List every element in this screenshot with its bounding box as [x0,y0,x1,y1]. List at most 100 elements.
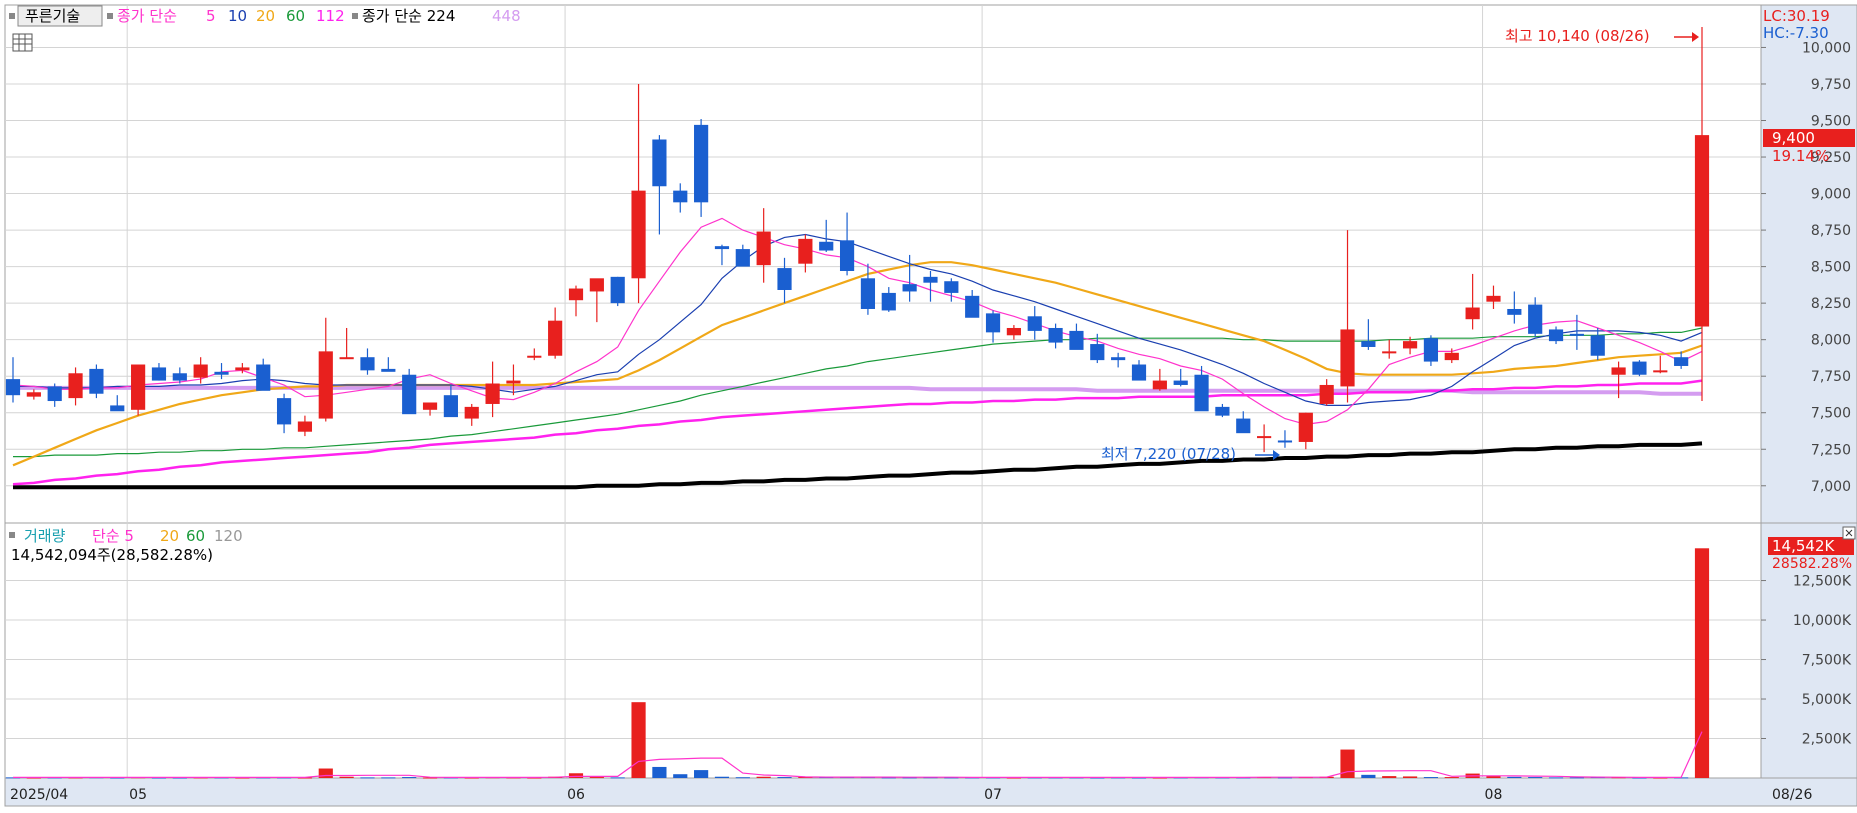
candle-body [402,374,417,415]
candle [694,119,709,217]
volume-bar [318,768,333,778]
volume-bar [631,702,646,778]
volume-bar [756,776,771,778]
candle-body [777,268,792,290]
volume-ma-label: 단순 5 [92,527,134,545]
volume-tick-label: 2,500K [1802,732,1852,748]
volume-tick-label: 10,000K [1793,613,1852,629]
candle-body [235,367,250,371]
candle-body [297,421,313,432]
legend-square-icon [9,532,15,538]
volume-bar [1361,774,1376,778]
volume-bar [1402,776,1418,778]
price-panel [4,4,1762,524]
candle-body [276,398,292,425]
candle-body [5,379,21,396]
candle [1423,335,1439,366]
candle-body [47,386,62,402]
candle-body [1507,308,1522,315]
price-tick-label: 8,500 [1811,260,1851,276]
price-tick-label: 8,750 [1811,223,1851,239]
date-axis-area [4,777,1857,807]
candle-body [839,240,855,271]
candle-body [1423,338,1439,362]
volume-bar [652,766,667,778]
candle-body [548,320,563,356]
price-ma-60: 60 [286,7,305,25]
volume-bar [360,777,375,779]
volume-bar [1423,777,1439,779]
volume-bar [694,770,709,778]
price-ma-20: 20 [256,7,275,25]
volume-bar [1507,776,1522,778]
candle-body [673,190,688,203]
candle-body [110,405,125,412]
volume-bar [1340,749,1355,778]
candle-body [172,373,187,381]
volume-ma-120: 120 [214,527,243,545]
candle [402,368,417,415]
candle-body [568,288,584,301]
candle-body [860,278,876,309]
volume-bar [673,774,688,778]
candle-body [923,276,938,283]
candle-body [339,357,354,360]
date-tick-label: 2025/04 [10,787,68,803]
volume-bar [1548,777,1564,779]
candle [89,364,104,399]
candle-body [256,364,271,391]
price-tick-label: 7,500 [1811,406,1851,422]
volume-bar [610,777,625,779]
volume-bar [1528,777,1543,779]
volume-bar [339,776,354,778]
volume-info: 14,542,094주(28,582.28%) [11,546,213,564]
candle-body [1694,135,1710,327]
price-tick-label: 7,750 [1811,369,1851,385]
price-ma-long-label: 종가 단순 224 [362,7,455,25]
candle-body [318,351,333,419]
price-ma-448: 448 [492,7,521,25]
volume-tick-label: 7,500K [1802,653,1852,669]
candle-body [527,355,542,358]
volume-bar [1382,776,1397,778]
close-icon[interactable] [1842,526,1856,540]
stock-chart: 7,000 7,250 7,500 7,750 8,000 8,250 8,500 8,750… [0,0,1857,809]
candle-body [1006,327,1021,336]
date-tick-label: 06 [567,787,585,803]
lc-readout: LC:30.19 [1763,7,1830,25]
candle-body [694,124,709,203]
candle-body [1674,357,1689,366]
volume-bar [714,776,730,778]
candle-body [944,281,959,293]
volume-tick-label: 5,000K [1802,692,1852,708]
price-tick-label: 9,000 [1811,187,1851,203]
candle-body [1152,380,1167,390]
candle-body [1215,406,1230,416]
candle-body [68,373,83,399]
legend-square-icon [352,13,358,19]
price-tick-label: 8,250 [1811,296,1851,312]
legend-square-icon [9,13,15,19]
candle-body [1069,330,1084,350]
date-tick-label: 08/26 [1772,787,1812,803]
candle-body [89,368,104,394]
volume-bar [402,777,417,779]
date-tick-label: 07 [984,787,1002,803]
volume-bar [1444,777,1459,779]
candle-body [1277,440,1293,443]
grid-table-icon[interactable] [12,33,33,52]
candle-body [714,246,730,250]
candle-body [1611,367,1626,375]
candle-body [1444,352,1459,361]
high-annotation: 최고 10,140 (08/26) [1505,27,1650,45]
low-annotation: 최저 7,220 (07/28) [1101,445,1236,463]
candle-body [965,295,980,318]
price-tick-label: 10,000 [1802,40,1851,56]
volume-bar [589,777,604,779]
candle-body [1548,329,1564,342]
price-tick-label: 9,750 [1811,77,1851,93]
candle-body [1319,384,1334,404]
candle-body [506,380,521,384]
price-ma-label: 종가 단순 [117,7,177,25]
hc-readout: HC:-7.30 [1763,24,1829,42]
